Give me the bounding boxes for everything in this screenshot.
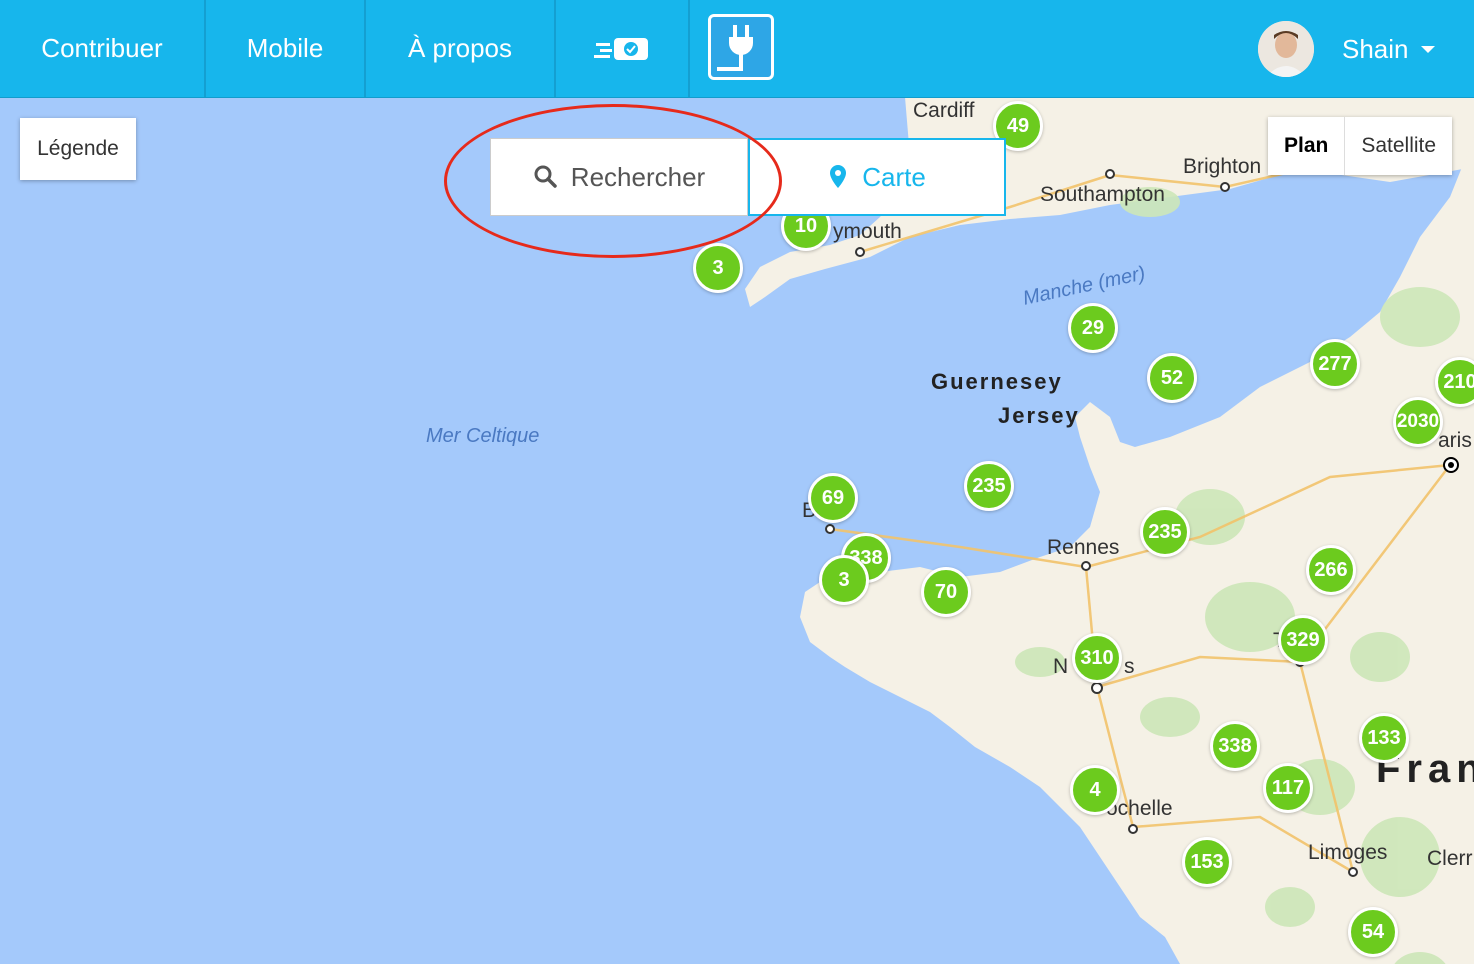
charger-cluster[interactable]: 69 xyxy=(808,473,858,523)
label-jersey: Jersey xyxy=(998,403,1080,428)
nav-mobile[interactable]: Mobile xyxy=(206,0,366,97)
charger-cluster[interactable]: 3 xyxy=(819,555,869,605)
user-menu[interactable]: Shain xyxy=(1258,20,1435,78)
nav-about[interactable]: À propos xyxy=(366,0,556,97)
nav-about-label: À propos xyxy=(407,33,513,63)
nav-mobile-label: Mobile xyxy=(246,33,324,63)
map-type-control: Plan Satellite xyxy=(1268,117,1453,175)
charger-cluster[interactable]: 3 xyxy=(693,243,743,293)
legend-label: Légende xyxy=(37,137,119,160)
charger-cluster[interactable]: 153 xyxy=(1182,837,1232,887)
charger-cluster[interactable]: 52 xyxy=(1147,353,1197,403)
map-type-plan[interactable]: Plan xyxy=(1268,117,1346,175)
charger-cluster[interactable]: 2030 xyxy=(1393,397,1443,447)
avatar xyxy=(1258,21,1314,77)
legend-button[interactable]: Légende xyxy=(20,118,136,180)
label-guernesey: Guernesey xyxy=(931,369,1063,394)
map-pin-icon xyxy=(830,165,847,188)
charger-cluster[interactable]: 235 xyxy=(1140,507,1190,557)
search-label: Rechercher xyxy=(570,161,706,192)
plug-logo-icon[interactable] xyxy=(708,14,774,80)
nav-contribute[interactable]: Contribuer xyxy=(0,0,206,97)
label-nantes-start: N xyxy=(1053,655,1069,678)
top-navbar: Contribuer Mobile À propos Shain xyxy=(0,0,1474,98)
search-icon xyxy=(534,165,557,188)
chevron-down-icon xyxy=(1420,45,1435,53)
label-nantes-end: s xyxy=(1124,655,1135,678)
charger-cluster[interactable]: 29 xyxy=(1068,303,1118,353)
charger-cluster[interactable]: 117 xyxy=(1263,763,1313,813)
charger-cluster[interactable]: 277 xyxy=(1310,339,1360,389)
charger-cluster[interactable]: 338 xyxy=(1210,721,1260,771)
label-mer-celtique: Mer Celtique xyxy=(426,425,540,447)
map-canvas[interactable]: Cardiff Southampton Brighton ymouth Manc… xyxy=(0,97,1474,964)
label-clermont: Clerr xyxy=(1427,847,1473,870)
charger-cluster[interactable]: 70 xyxy=(921,567,971,617)
label-southampton: Southampton xyxy=(1040,183,1165,206)
label-brighton: Brighton xyxy=(1183,155,1262,178)
label-cardiff: Cardiff xyxy=(913,99,975,122)
charger-cluster[interactable]: 235 xyxy=(964,461,1014,511)
label-limoges: Limoges xyxy=(1308,841,1388,864)
charger-cluster[interactable]: 310 xyxy=(1072,633,1122,683)
charger-cluster[interactable]: 54 xyxy=(1348,907,1398,957)
charger-cluster[interactable]: 266 xyxy=(1306,545,1356,595)
nav-payment[interactable] xyxy=(556,0,690,97)
map-background xyxy=(0,97,1474,964)
nav-contribute-label: Contribuer xyxy=(41,33,163,63)
label-paris: aris xyxy=(1438,429,1472,452)
charger-cluster[interactable]: 4 xyxy=(1070,765,1120,815)
charger-cluster[interactable]: 133 xyxy=(1359,713,1409,763)
search-toggle-group: Rechercher Carte xyxy=(490,138,1006,216)
label-plymouth: ymouth xyxy=(833,220,902,243)
map-type-satellite[interactable]: Satellite xyxy=(1345,117,1452,175)
user-name: Shain xyxy=(1342,33,1409,64)
payment-card-icon xyxy=(594,37,648,60)
label-rennes: Rennes xyxy=(1047,536,1120,559)
plug-icon xyxy=(717,25,753,71)
map-view-label: Carte xyxy=(862,161,926,192)
map-view-button[interactable]: Carte xyxy=(748,138,1006,216)
search-button[interactable]: Rechercher xyxy=(490,138,748,216)
charger-cluster[interactable]: 329 xyxy=(1278,615,1328,665)
